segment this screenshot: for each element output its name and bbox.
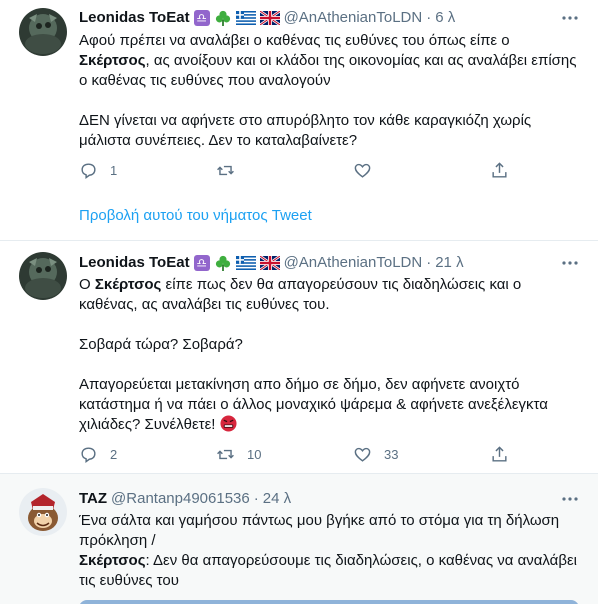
tweet-feed: Leonidas ToEat ♎ @AnAthenianToLDN · 6 λ … (0, 0, 598, 604)
display-name[interactable]: Leonidas ToEat (79, 8, 190, 28)
retweet-icon (217, 165, 234, 175)
shamrock-icon (215, 10, 230, 26)
user-handle[interactable]: @AnAthenianToLDN (284, 253, 423, 273)
heart-icon (354, 163, 371, 178)
reply-icon (81, 446, 96, 463)
uk-flag-icon (259, 11, 280, 25)
text-segment: Ο (79, 276, 95, 293)
retweet-count: 10 (247, 446, 262, 462)
reply-button[interactable]: 1 (79, 161, 216, 180)
share-icon (492, 445, 507, 462)
show-thread-link[interactable]: Προβολή αυτού του νήματος Tweet (79, 207, 312, 224)
retweet-icon (217, 449, 234, 459)
avatar[interactable] (19, 252, 67, 300)
timestamp[interactable]: 6 λ (435, 8, 455, 28)
reply-count: 2 (110, 446, 118, 462)
retweet-button[interactable]: 10 (216, 445, 353, 464)
tweet-header: TAZ @Rantanp49061536 · 24 λ (79, 489, 558, 509)
more-horizontal-icon[interactable] (560, 253, 580, 273)
tweet-text: Ο Σκέρτσος είπε πως δεν θα απαγορεύσουν … (79, 275, 580, 435)
bold-name: Σκέρτσος (79, 52, 146, 69)
timestamp[interactable]: 21 λ (435, 253, 463, 273)
tweet-header: Leonidas ToEat ♎ (79, 253, 558, 273)
text-paragraph: Ένα σάλτα και γαμήσου πάντως μου βγήκε α… (79, 512, 560, 549)
tweet-3[interactable]: TAZ @Rantanp49061536 · 24 λ Ένα σάλτα κα… (0, 474, 598, 604)
text-segment: , ας ανοίξουν και οι κλάδοι της οικονομί… (79, 52, 577, 89)
libra-icon: ♎ (193, 255, 210, 271)
display-name[interactable]: TAZ (79, 489, 107, 509)
like-button[interactable] (353, 161, 490, 180)
angry-face-icon (220, 415, 237, 432)
share-button[interactable] (490, 445, 509, 464)
like-button[interactable]: 33 (353, 445, 490, 464)
tweet-1[interactable]: Leonidas ToEat ♎ @AnAthenianToLDN · 6 λ … (0, 0, 598, 241)
tweet-text: Ένα σάλτα και γαμήσου πάντως μου βγήκε α… (79, 511, 580, 591)
avatar[interactable] (19, 488, 67, 536)
greek-flag-icon (235, 256, 256, 270)
uk-flag-icon (259, 256, 280, 270)
tweet-text: Αφού πρέπει να αναλάβει ο καθένας τις ευ… (79, 31, 580, 151)
like-count: 33 (384, 446, 399, 462)
reply-button[interactable]: 2 (79, 445, 216, 464)
text-paragraph: Απαγορεύεται μετακίνηση απο δήμο σε δήμο… (79, 376, 548, 433)
separator-dot: · (253, 490, 259, 507)
media-preview[interactable] (79, 600, 579, 604)
retweet-button[interactable] (216, 161, 353, 180)
timestamp[interactable]: 24 λ (263, 489, 291, 509)
libra-icon: ♎ (193, 10, 210, 26)
tweet-actions: 1 (79, 160, 509, 180)
shamrock-icon (215, 255, 230, 271)
separator-dot: · (426, 254, 432, 271)
user-handle[interactable]: @AnAthenianToLDN (284, 8, 423, 28)
tweet-header: Leonidas ToEat ♎ (79, 8, 558, 28)
heart-icon (354, 447, 371, 462)
share-button[interactable] (490, 161, 509, 180)
tweet-actions: 2 10 33 (79, 444, 509, 464)
text-segment: : Δεν θα απαγορεύσουμε τις διαδηλώσεις, … (79, 552, 578, 589)
text-segment: Αφού πρέπει να αναλάβει ο καθένας τις ευ… (79, 32, 510, 49)
more-horizontal-icon[interactable] (560, 489, 580, 509)
share-icon (492, 161, 507, 178)
text-paragraph: Σοβαρά τώρα? Σοβαρά? (79, 336, 243, 353)
reply-count: 1 (110, 162, 118, 178)
bold-name: Σκέρτσος (94, 276, 162, 293)
reply-icon (81, 162, 96, 179)
user-handle[interactable]: @Rantanp49061536 (111, 489, 250, 509)
bold-name: Σκέρτσος (79, 552, 146, 569)
separator-dot: · (426, 9, 432, 26)
text-paragraph: ΔΕΝ γίνεται να αφήνετε στο απυρόβλητο το… (79, 112, 532, 149)
greek-flag-icon (235, 11, 256, 25)
tweet-2[interactable]: Leonidas ToEat ♎ @AnAthenianToLDN · 21 λ… (0, 241, 598, 474)
avatar[interactable] (19, 8, 67, 56)
more-horizontal-icon[interactable] (560, 8, 580, 28)
display-name[interactable]: Leonidas ToEat (79, 253, 190, 273)
